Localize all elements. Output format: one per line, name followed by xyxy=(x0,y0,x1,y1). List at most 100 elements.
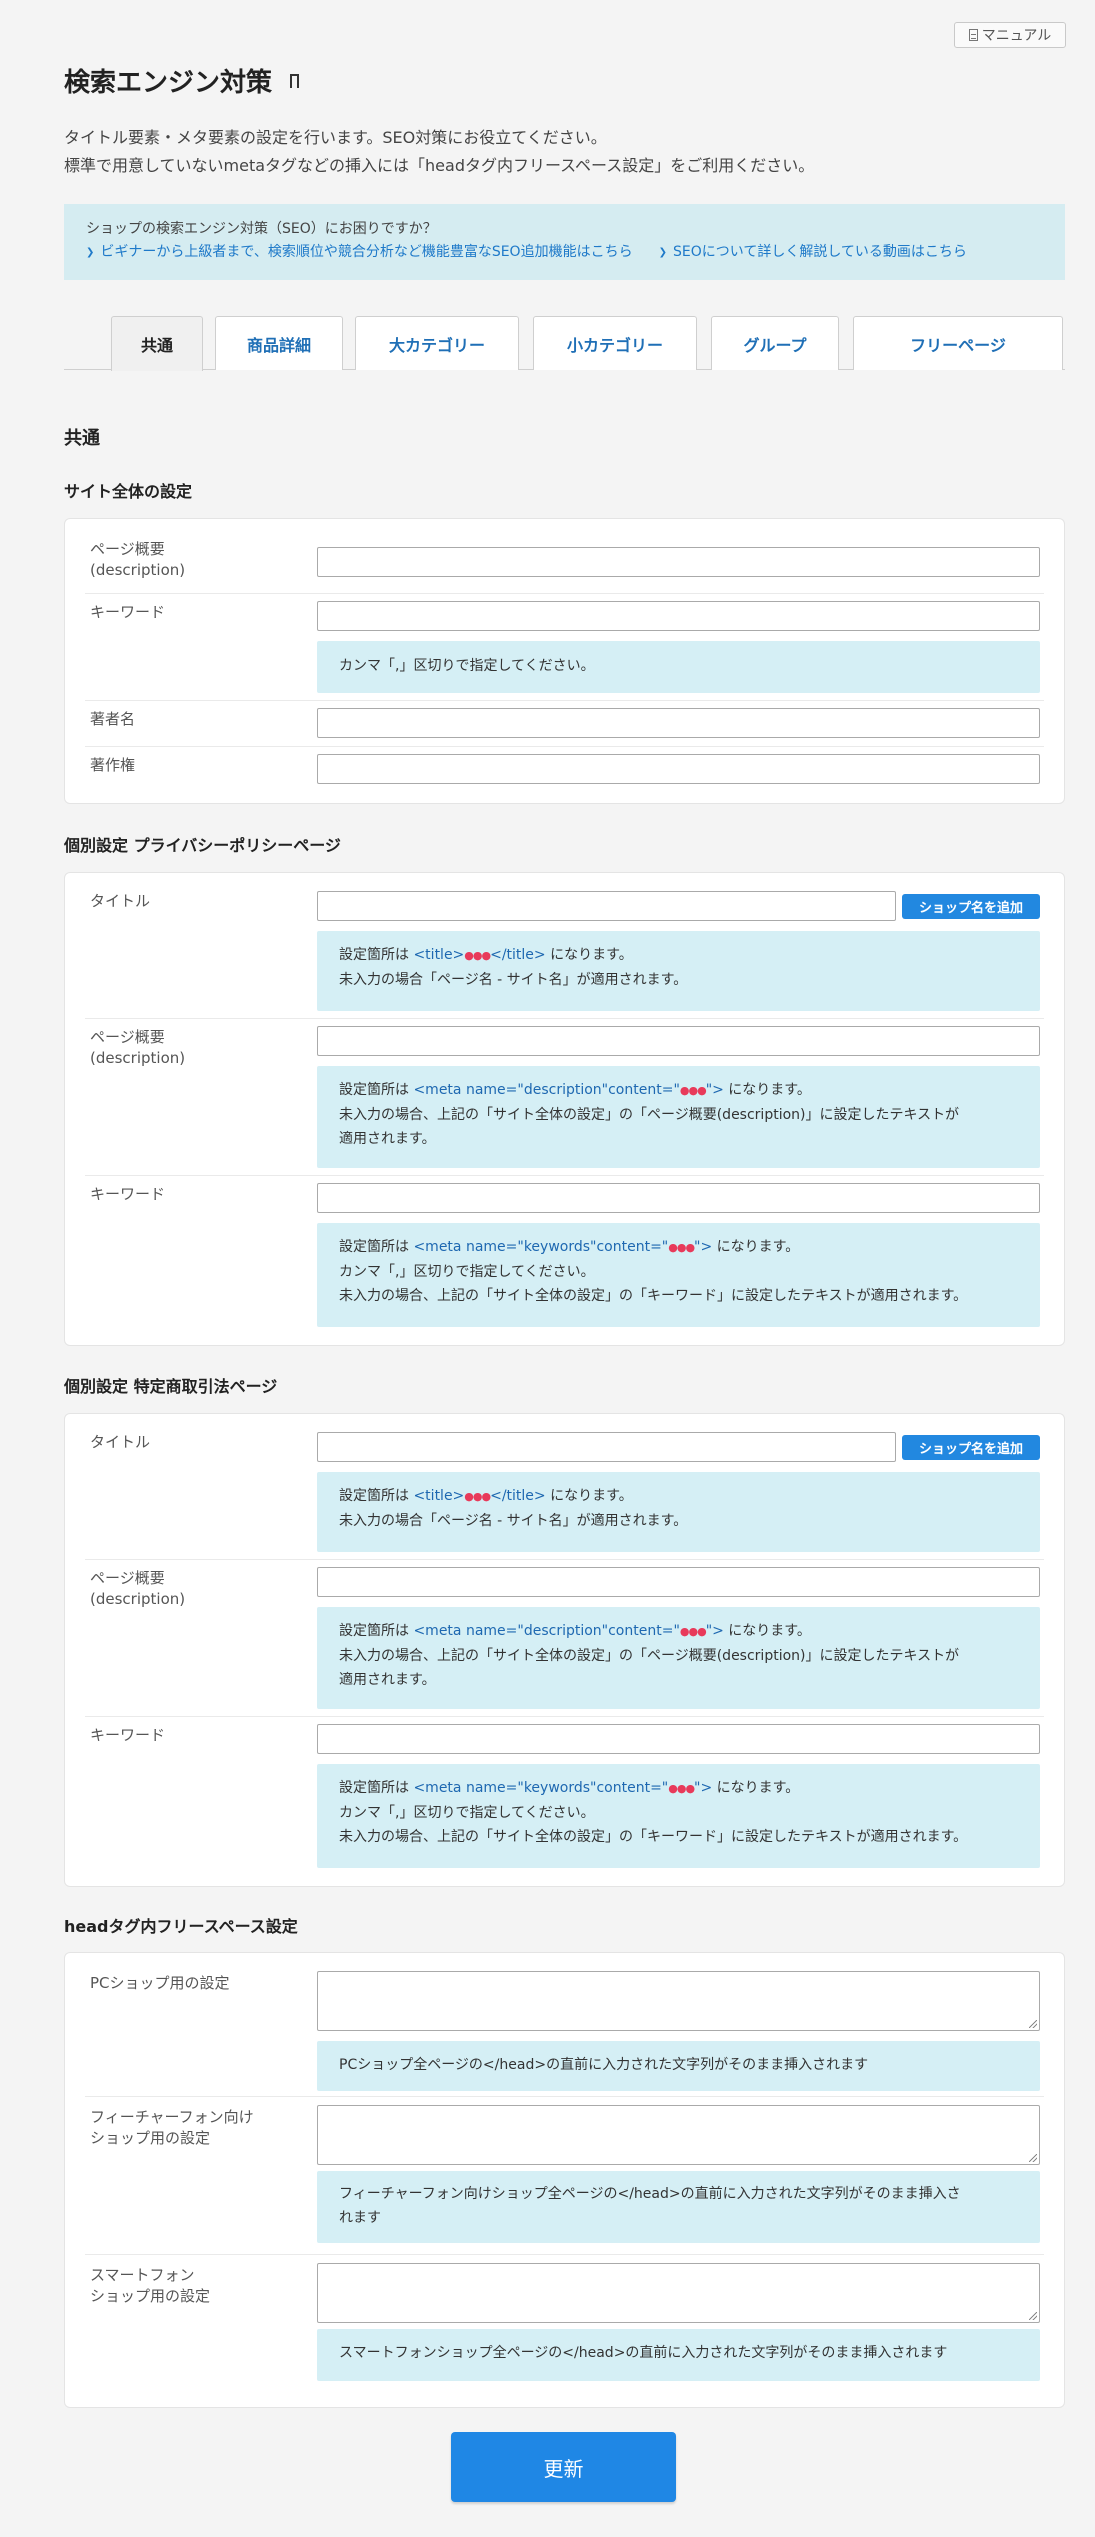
note-text: 設定箇所は xyxy=(339,1780,414,1796)
note-code: <meta name="keywords"content=" xyxy=(413,1239,669,1255)
note-code: <title> xyxy=(413,947,465,963)
label-line: フィーチャーフォン向け xyxy=(90,2108,254,2126)
pc-head-label: PCショップ用の設定 xyxy=(90,1974,230,1992)
privacy-add-shop-name-button[interactable]: ショップ名を追加 xyxy=(902,894,1040,919)
bookmark-icon[interactable] xyxy=(290,73,300,93)
pc-head-note: PCショップ全ページの</head>の直前に入力された文字列がそのまま挿入されま… xyxy=(317,2041,1040,2091)
tokusho-keyword-note: 設定箇所は <meta name="keywords"content="●●●"… xyxy=(317,1764,1040,1868)
label-line: ショップ用の設定 xyxy=(90,2287,211,2305)
note-code: </title> xyxy=(490,947,546,963)
note-code: "> xyxy=(694,1780,713,1796)
note-code: </title> xyxy=(490,1488,546,1504)
manual-label: マニュアル xyxy=(981,28,1052,44)
tab-group[interactable]: グループ xyxy=(711,316,839,370)
note-text: になります。 xyxy=(723,1623,811,1639)
site-copyright-label: 著作権 xyxy=(90,756,136,774)
label-line: ページ概要 xyxy=(90,540,165,558)
note-dots: ●●● xyxy=(464,1490,491,1503)
manual-button[interactable]: マニュアル xyxy=(954,22,1066,48)
tab-small-category[interactable]: 小カテゴリー xyxy=(533,316,697,370)
tokusho-title-row: タイトル ショップ名を追加 設定箇所は <title>●●●</title> に… xyxy=(85,1414,1044,1560)
label-line: スマートフォン xyxy=(90,2266,195,2284)
tab-free-page[interactable]: フリーページ xyxy=(853,316,1063,370)
intro-line-1: タイトル要素・メタ要素の設定を行います。SEO対策にお役立てください。 xyxy=(64,128,607,147)
note-text: 未入力の場合「ページ名 - サイト名」が適用されます。 xyxy=(339,972,688,988)
tokusho-desc-row: ページ概要 (description) 設定箇所は <meta name="de… xyxy=(85,1560,1044,1717)
seo-video-link[interactable]: SEOについて詳しく解説している動画はこちら xyxy=(659,241,967,265)
note-text: 設定箇所は xyxy=(339,1623,414,1639)
note-text: 適用されます。 xyxy=(339,1672,436,1688)
note-code: <meta name="keywords"content=" xyxy=(413,1780,669,1796)
privacy-desc-row: ページ概要 (description) 設定箇所は <meta name="de… xyxy=(85,1019,1044,1176)
note-dots: ●●● xyxy=(464,949,491,962)
site-keyword-label: キーワード xyxy=(90,603,166,621)
privacy-title-label: タイトル xyxy=(90,892,151,910)
seo-help-box: ショップの検索エンジン対策（SEO）にお困りですか？ ビギナーから上級者まで、検… xyxy=(64,204,1065,280)
note-dots: ●●● xyxy=(679,1625,707,1638)
note-text: 設定箇所は xyxy=(339,1239,414,1255)
note-dots: ●●● xyxy=(679,1084,707,1097)
tokusho-add-shop-name-button[interactable]: ショップ名を追加 xyxy=(902,1435,1040,1460)
smartphone-head-textarea[interactable] xyxy=(317,2263,1040,2323)
document-icon xyxy=(968,29,978,41)
note-code: "> xyxy=(694,1239,713,1255)
tokusho-description-input[interactable] xyxy=(317,1567,1040,1597)
privacy-title-input[interactable] xyxy=(317,891,896,921)
feature-phone-head-label: フィーチャーフォン向け ショップ用の設定 xyxy=(90,2107,254,2149)
privacy-keyword-row: キーワード 設定箇所は <meta name="keywords"content… xyxy=(85,1176,1044,1347)
tab-bar: 共通 商品詳細 大カテゴリー 小カテゴリー グループ フリーページ xyxy=(64,316,1065,371)
tab-common[interactable]: 共通 xyxy=(111,316,203,371)
note-code: <title> xyxy=(413,1488,465,1504)
feature-phone-head-textarea[interactable] xyxy=(317,2105,1040,2165)
update-button[interactable]: 更新 xyxy=(451,2432,676,2502)
feature-phone-head-row: フィーチャーフォン向け ショップ用の設定 フィーチャーフォン向けショップ全ページ… xyxy=(85,2097,1044,2255)
tokusho-keyword-input[interactable] xyxy=(317,1724,1040,1754)
site-keyword-note: カンマ「,」区切りで指定してください。 xyxy=(317,641,1040,693)
privacy-keyword-label: キーワード xyxy=(90,1185,166,1203)
tab-product-detail[interactable]: 商品詳細 xyxy=(215,316,343,370)
note-text: れます xyxy=(339,2210,381,2226)
privacy-desc-label: ページ概要 (description) xyxy=(90,1027,185,1069)
site-author-input[interactable] xyxy=(317,708,1040,738)
pc-head-textarea[interactable] xyxy=(317,1971,1040,2031)
site-desc-row: ページ概要 (description) xyxy=(85,519,1044,594)
site-copyright-row: 著作権 xyxy=(85,747,1044,805)
site-keyword-row: キーワード カンマ「,」区切りで指定してください。 xyxy=(85,594,1044,701)
section-title: 共通 xyxy=(64,428,100,449)
smartphone-head-note: スマートフォンショップ全ページの</head>の直前に入力された文字列がそのまま… xyxy=(317,2329,1040,2381)
tokusho-title-note: 設定箇所は <title>●●●</title> になります。 未入力の場合「ペ… xyxy=(317,1472,1040,1552)
head-free-space-card: PCショップ用の設定 PCショップ全ページの</head>の直前に入力された文字… xyxy=(64,1952,1065,2408)
note-text: カンマ「,」区切りで指定してください。 xyxy=(339,1264,595,1280)
note-text: になります。 xyxy=(545,1488,633,1504)
note-text: 設定箇所は xyxy=(339,1082,414,1098)
privacy-heading: 個別設定 プライバシーポリシーページ xyxy=(64,836,341,855)
label-line: (description) xyxy=(90,561,186,579)
note-dots: ●●● xyxy=(668,1782,695,1795)
site-author-label: 著者名 xyxy=(90,710,136,728)
smartphone-head-row: スマートフォン ショップ用の設定 スマートフォンショップ全ページの</head>… xyxy=(85,2255,1044,2409)
note-text: 未入力の場合、上記の「サイト全体の設定」の「ページ概要(description)… xyxy=(339,1648,960,1664)
tab-large-category[interactable]: 大カテゴリー xyxy=(355,316,519,370)
note-text: になります。 xyxy=(712,1780,800,1796)
seo-addon-link[interactable]: ビギナーから上級者まで、検索順位や競合分析など機能豊富なSEO追加機能はこちら xyxy=(86,241,632,265)
note-code: <meta name="description"content=" xyxy=(413,1623,680,1639)
privacy-keyword-input[interactable] xyxy=(317,1183,1040,1213)
note-text: 未入力の場合、上記の「サイト全体の設定」の「ページ概要(description)… xyxy=(339,1107,960,1123)
page-title-text: 検索エンジン対策 xyxy=(64,68,273,98)
note-code: "> xyxy=(705,1623,724,1639)
site-description-input[interactable] xyxy=(317,547,1040,577)
help-question: ショップの検索エンジン対策（SEO）にお困りですか？ xyxy=(86,221,437,237)
tokusho-desc-note: 設定箇所は <meta name="description"content="●… xyxy=(317,1607,1040,1709)
label-line: (description) xyxy=(90,1590,186,1608)
site-copyright-input[interactable] xyxy=(317,754,1040,784)
note-text: 設定箇所は xyxy=(339,947,414,963)
page-title: 検索エンジン対策 xyxy=(64,62,300,99)
note-text: になります。 xyxy=(712,1239,800,1255)
tokusho-keyword-label: キーワード xyxy=(90,1726,166,1744)
head-free-space-heading: headタグ内フリースペース設定 xyxy=(64,1917,298,1936)
site-keyword-input[interactable] xyxy=(317,601,1040,631)
intro-text: タイトル要素・メタ要素の設定を行います。SEO対策にお役立てください。 標準で用… xyxy=(64,124,814,180)
note-text: フィーチャーフォン向けショップ全ページの</head>の直前に入力された文字列が… xyxy=(339,2186,961,2202)
privacy-description-input[interactable] xyxy=(317,1026,1040,1056)
tokusho-title-input[interactable] xyxy=(317,1432,896,1462)
